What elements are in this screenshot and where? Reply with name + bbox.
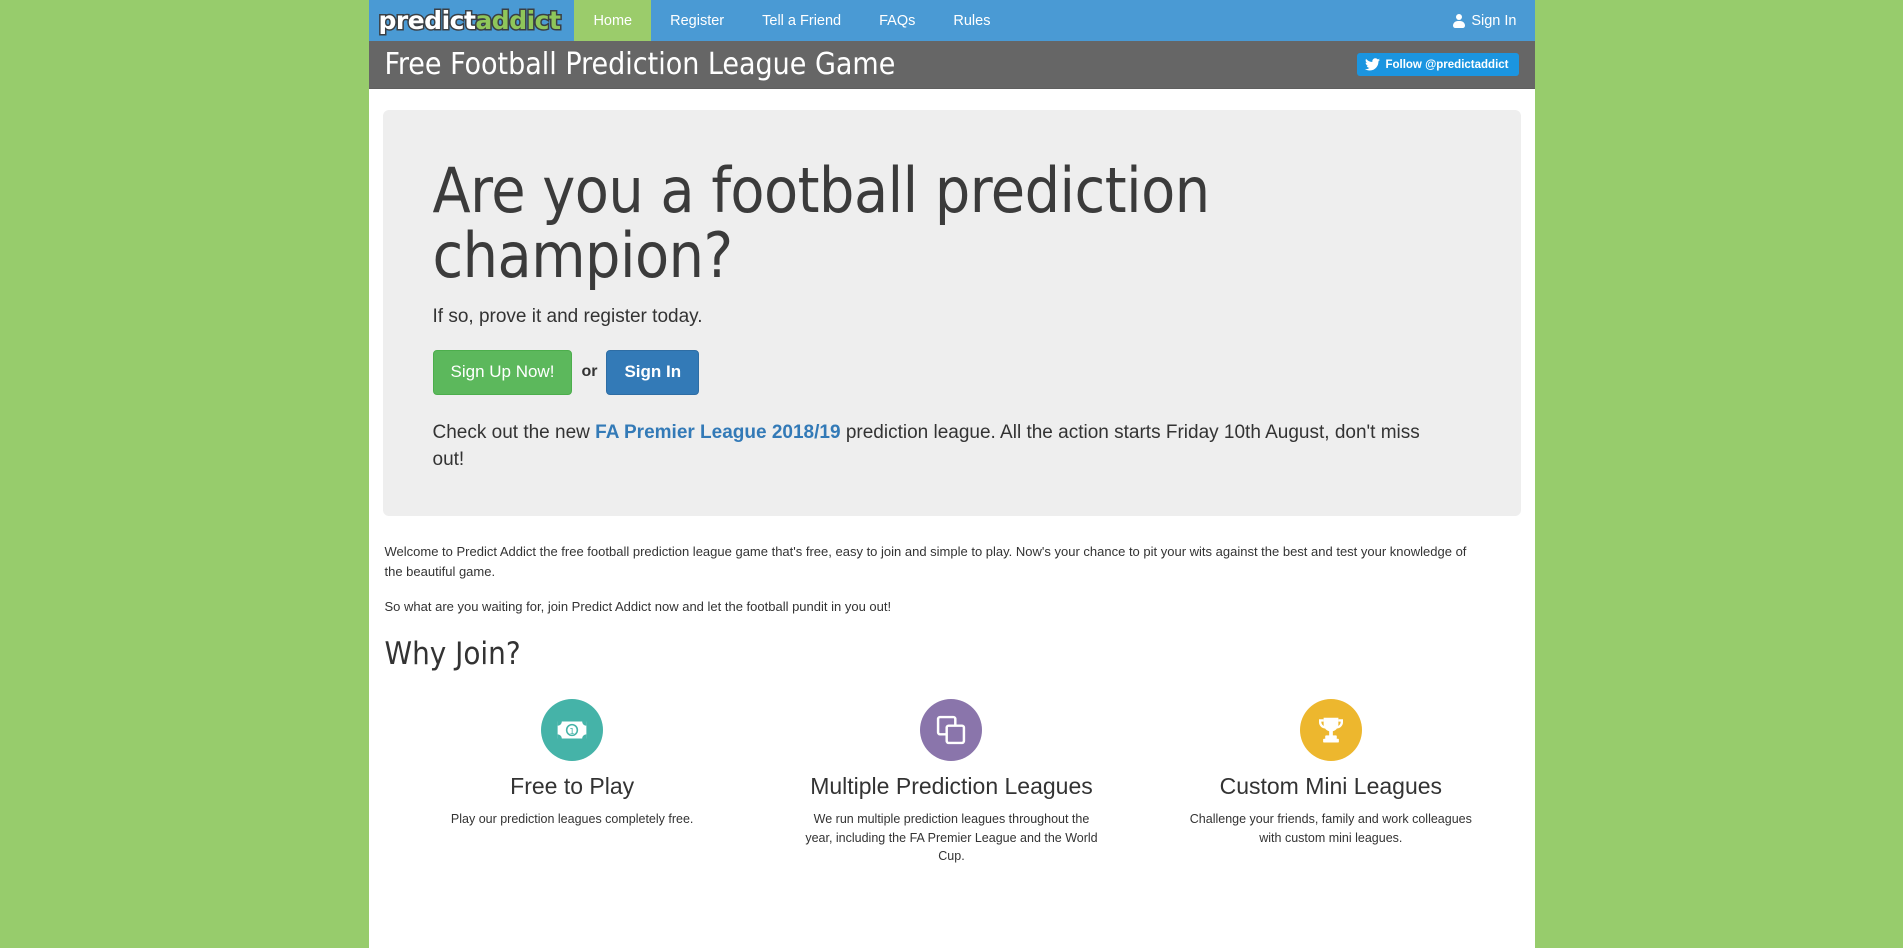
nav-right-group: Sign In (1439, 0, 1534, 41)
hero-promo-text: Check out the new FA Premier League 2018… (433, 419, 1443, 474)
site-container: predictaddict Home Register Tell a Frien… (368, 0, 1535, 948)
feature-free-to-play: 1 Free to Play Play our prediction leagu… (383, 699, 762, 866)
brand-logo-text-predict: predict (377, 6, 477, 35)
main-content: Are you a football prediction champion? … (369, 110, 1535, 866)
features-section: 1 Free to Play Play our prediction leagu… (383, 679, 1521, 866)
hero-lead-text: If so, prove it and register today. (432, 306, 703, 328)
hero-button-row: Sign Up Now! or Sign In (432, 350, 1471, 395)
feature-desc-custom-mini-leagues: Challenge your friends, family and work … (1189, 811, 1472, 845)
feature-title-custom-mini-leagues: Custom Mini Leagues (1219, 773, 1443, 800)
nav-item-register[interactable]: Register (651, 0, 743, 41)
hero-or-label: or (581, 363, 598, 381)
trophy-icon (1299, 699, 1362, 762)
feature-desc-free-to-play: Play our prediction leagues completely f… (450, 811, 694, 826)
hero-promo-prefix: Check out the new (432, 421, 596, 443)
brand-logo-text: predictaddict (377, 6, 563, 35)
svg-text:1: 1 (569, 726, 574, 736)
main-navbar: predictaddict Home Register Tell a Frien… (368, 0, 1535, 41)
twitter-follow-button[interactable]: Follow @predictaddict (1357, 53, 1519, 76)
feature-desc-multiple-leagues: We run multiple prediction leagues throu… (805, 811, 1098, 864)
intro-copy-section: Welcome to Predict Addict the free footb… (383, 516, 1521, 672)
user-icon (1453, 13, 1466, 28)
feature-custom-mini-leagues: Custom Mini Leagues Challenge your frien… (1141, 699, 1520, 866)
twitter-follow-label: Follow @predictaddict (1385, 58, 1509, 71)
nav-links: Home Register Tell a Friend FAQs Rules (574, 0, 1009, 41)
sign-in-nav-button[interactable]: Sign In (1439, 0, 1534, 41)
sign-up-now-button[interactable]: Sign Up Now! (432, 350, 573, 395)
hero-jumbotron: Are you a football prediction champion? … (382, 110, 1521, 516)
nav-item-faqs[interactable]: FAQs (860, 0, 934, 41)
feature-title-multiple-leagues: Multiple Prediction Leagues (810, 773, 1093, 800)
page-header-bar: Free Football Prediction League Game Fol… (368, 41, 1535, 89)
intro-paragraph-1: Welcome to Predict Addict the free footb… (384, 543, 1467, 579)
hero-sign-in-button[interactable]: Sign In (606, 350, 700, 395)
feature-title-free-to-play: Free to Play (510, 773, 635, 800)
nav-item-tell-a-friend[interactable]: Tell a Friend (743, 0, 860, 41)
page-title: Free Football Prediction League Game (384, 46, 896, 82)
why-join-heading: Why Join? (384, 636, 521, 673)
fa-premier-league-link[interactable]: FA Premier League 2018/19 (595, 422, 840, 443)
intro-paragraph-2: So what are you waiting for, join Predic… (384, 598, 892, 614)
hero-heading: Are you a football prediction champion? (432, 154, 1211, 293)
money-note-icon: 1 (541, 699, 604, 762)
brand-logo[interactable]: predictaddict (369, 0, 575, 41)
nav-item-rules[interactable]: Rules (934, 0, 1009, 41)
twitter-bird-icon (1365, 58, 1381, 71)
sign-in-nav-label: Sign In (1471, 12, 1517, 29)
nav-item-home[interactable]: Home (574, 0, 652, 41)
feature-multiple-leagues: Multiple Prediction Leagues We run multi… (762, 699, 1141, 866)
page-root: predictaddict Home Register Tell a Frien… (0, 0, 1903, 948)
brand-logo-text-addict: addict (474, 6, 563, 35)
clone-squares-icon (920, 699, 983, 762)
